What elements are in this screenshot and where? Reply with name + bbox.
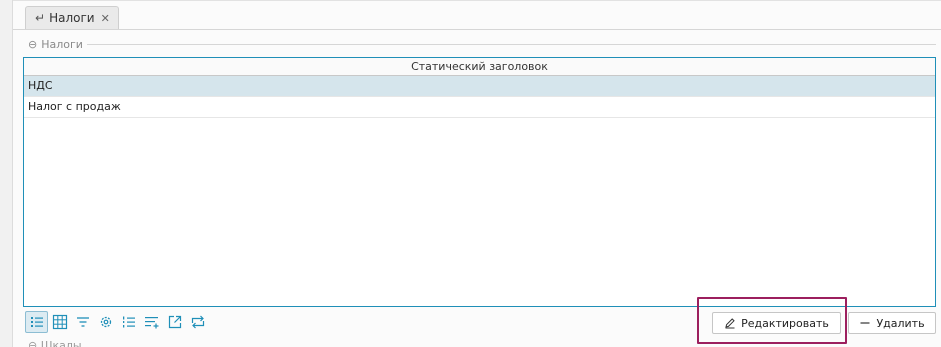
- open-external-icon: [168, 315, 181, 329]
- taxes-table: Статический заголовок НДС Налог с продаж: [23, 57, 936, 307]
- group-divider: [86, 44, 936, 45]
- delete-button-label: Удалить: [876, 316, 925, 330]
- open-external-button[interactable]: [163, 311, 186, 333]
- tab-label: Налоги: [49, 11, 95, 25]
- list-view-icon: [30, 317, 43, 327]
- settings-gear-icon: [100, 316, 111, 328]
- filter-icon: [76, 317, 89, 327]
- table-row[interactable]: НДС: [24, 76, 935, 97]
- tab-taxes[interactable]: ↵ Налоги ✕: [25, 6, 119, 29]
- numbered-list-icon: [122, 316, 135, 328]
- sync-icon: [191, 315, 204, 329]
- tab-bar-divider: [13, 29, 941, 30]
- sort-add-icon: [144, 317, 158, 329]
- table-toolbar: [25, 311, 209, 333]
- group-taxes: ⊖ Налоги: [28, 37, 936, 51]
- table-header: Статический заголовок: [24, 58, 935, 76]
- list-view-button[interactable]: [25, 311, 48, 333]
- highlight-box: [697, 297, 847, 344]
- sync-button[interactable]: [186, 311, 209, 333]
- filter-button[interactable]: [71, 311, 94, 333]
- return-arrow-icon: ↵: [35, 11, 46, 25]
- numbered-list-button[interactable]: [117, 311, 140, 333]
- group-title: Шкалы: [40, 339, 82, 347]
- delete-button[interactable]: Удалить: [848, 312, 936, 334]
- close-icon[interactable]: ✕: [101, 12, 110, 25]
- table-row[interactable]: Налог с продаж: [24, 97, 935, 118]
- collapse-icon[interactable]: ⊖: [28, 339, 37, 347]
- left-panel-strip: [0, 0, 13, 347]
- table-view-button[interactable]: [48, 311, 71, 333]
- table-view-icon: [52, 314, 67, 330]
- settings-button[interactable]: [94, 311, 117, 333]
- group-title: Налоги: [41, 37, 83, 51]
- top-divider: [13, 0, 941, 1]
- minus-icon: [860, 322, 870, 324]
- sort-add-button[interactable]: [140, 311, 163, 333]
- collapse-icon[interactable]: ⊖: [28, 38, 37, 51]
- group-scales: ⊖ Шкалы: [28, 339, 82, 347]
